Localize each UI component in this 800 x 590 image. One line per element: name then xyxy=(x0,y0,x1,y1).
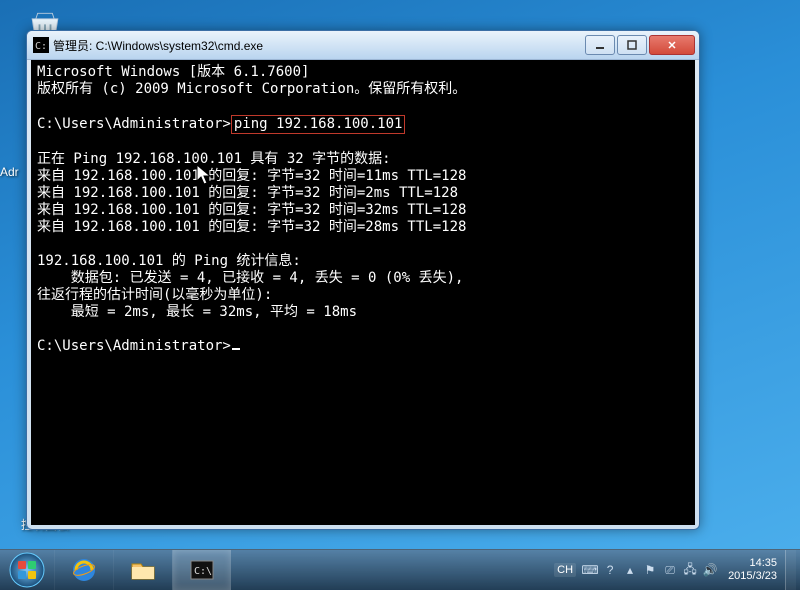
show-desktop-button[interactable] xyxy=(785,550,796,590)
svg-text:C:\: C:\ xyxy=(194,566,212,577)
highlighted-command: ping 192.168.100.101 xyxy=(231,115,406,134)
taskbar-explorer-button[interactable] xyxy=(113,550,172,590)
devices-icon[interactable]: ⎚ xyxy=(662,562,678,578)
system-tray: CH ⌨ ? ▴ ⚑ ⎚ 🖧 🔊 14:35 2015/3/23 xyxy=(550,550,800,590)
taskbar: C:\ CH ⌨ ? ▴ ⚑ ⎚ 🖧 🔊 14:35 2015/3/23 xyxy=(0,549,800,590)
help-icon[interactable]: ? xyxy=(602,562,618,578)
taskbar-clock[interactable]: 14:35 2015/3/23 xyxy=(728,557,777,583)
start-button[interactable] xyxy=(0,550,54,590)
svg-text:C:: C: xyxy=(35,41,47,52)
window-title: 管理员: C:\Windows\system32\cmd.exe xyxy=(53,37,585,54)
action-center-icon[interactable]: ⚑ xyxy=(642,562,658,578)
maximize-button[interactable] xyxy=(617,35,647,55)
cmd-icon: C: xyxy=(33,37,49,53)
keyboard-icon[interactable]: ⌨ xyxy=(582,562,598,578)
language-indicator[interactable]: CH xyxy=(554,563,576,577)
close-button[interactable] xyxy=(649,35,695,55)
network-icon[interactable]: 🖧 xyxy=(682,562,698,578)
clock-time: 14:35 xyxy=(728,557,777,570)
cmd-window: C: 管理员: C:\Windows\system32\cmd.exe Micr… xyxy=(26,30,700,530)
titlebar[interactable]: C: 管理员: C:\Windows\system32\cmd.exe xyxy=(27,31,699,60)
minimize-button[interactable] xyxy=(585,35,615,55)
taskbar-ie-button[interactable] xyxy=(54,550,113,590)
desktop-icon-label-partial: Adr xyxy=(0,165,19,179)
volume-icon[interactable]: 🔊 xyxy=(702,562,718,578)
tray-chevron-icon[interactable]: ▴ xyxy=(622,562,638,578)
clock-date: 2015/3/23 xyxy=(728,570,777,583)
taskbar-cmd-button[interactable]: C:\ xyxy=(172,550,231,590)
console-output[interactable]: Microsoft Windows [版本 6.1.7600] 版权所有 (c)… xyxy=(31,60,695,525)
text-cursor xyxy=(232,348,240,350)
